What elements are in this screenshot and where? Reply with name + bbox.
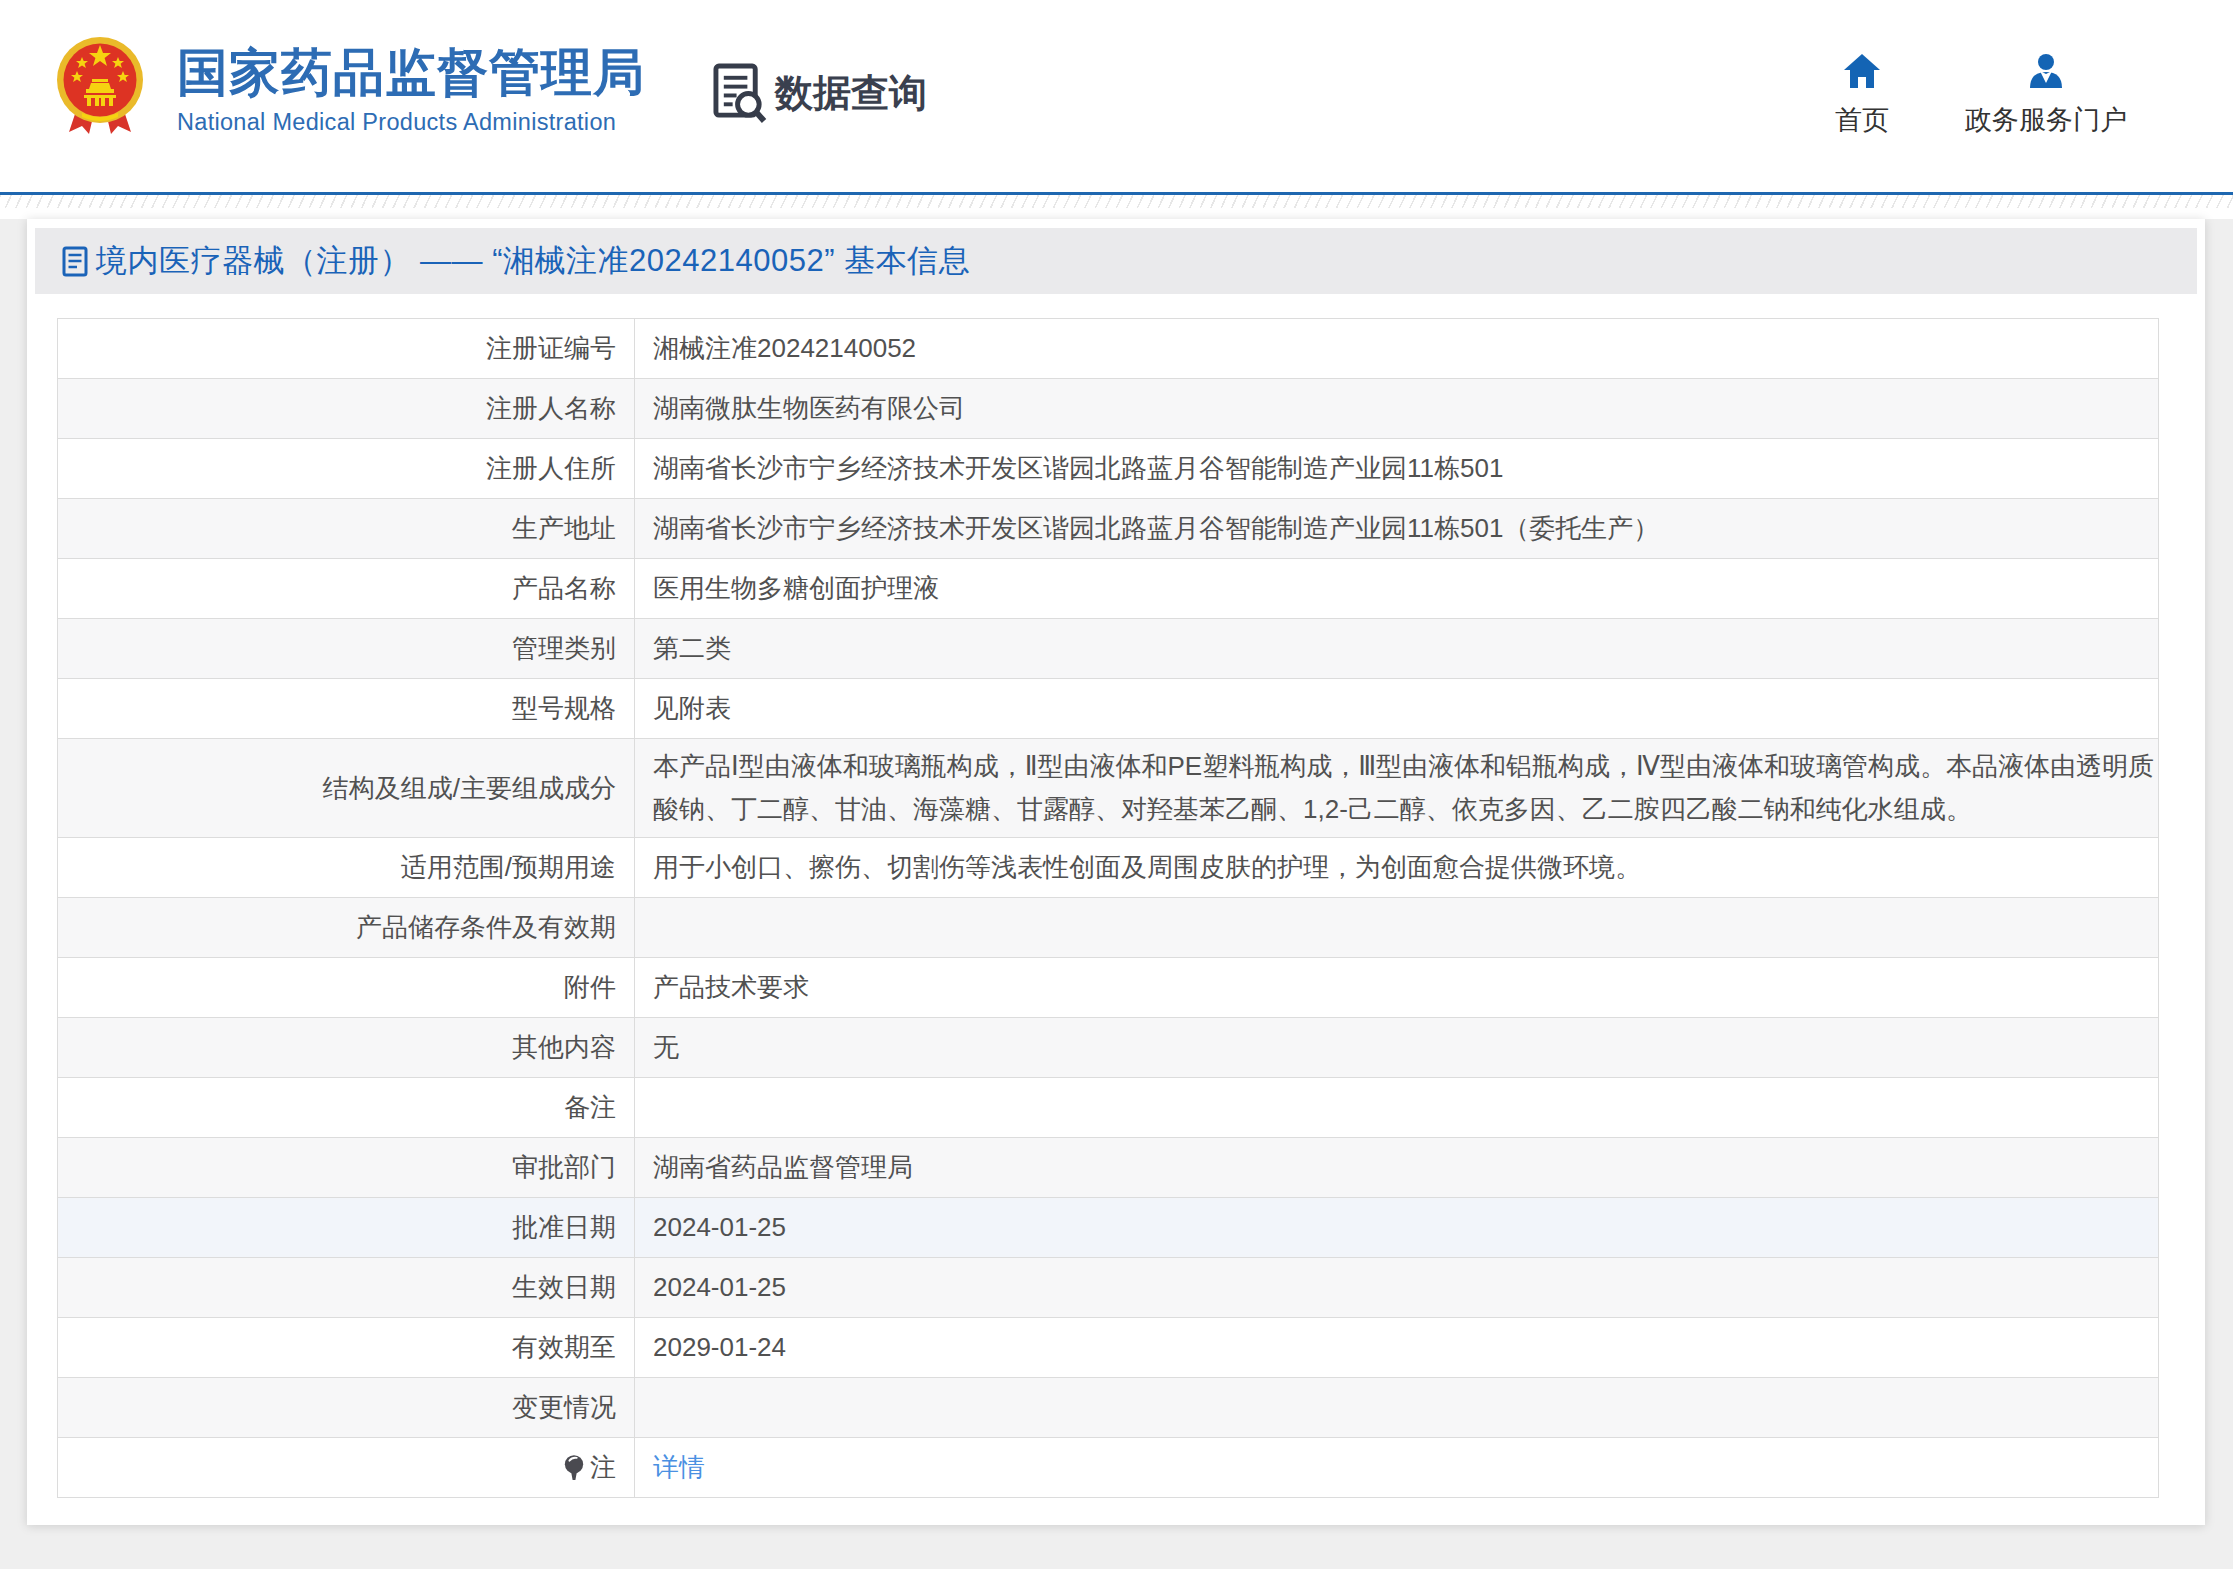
row-label: 注册人住所 (58, 439, 635, 499)
row-value: 详情 (635, 1438, 2159, 1498)
row-label: 产品储存条件及有效期 (58, 898, 635, 958)
row-value (635, 1378, 2159, 1438)
table-row: 注册人住所湖南省长沙市宁乡经济技术开发区谐园北路蓝月谷智能制造产业园11栋501 (58, 439, 2159, 499)
row-value: 本产品Ⅰ型由液体和玻璃瓶构成，Ⅱ型由液体和PE塑料瓶构成，Ⅲ型由液体和铝瓶构成，… (635, 739, 2159, 838)
table-row: 产品名称医用生物多糖创面护理液 (58, 559, 2159, 619)
table-row: 注册证编号湘械注准20242140052 (58, 319, 2159, 379)
registration-info-table: 注册证编号湘械注准20242140052注册人名称湖南微肽生物医药有限公司注册人… (57, 318, 2159, 1498)
user-icon (2026, 52, 2066, 90)
row-value: 湖南微肽生物医药有限公司 (635, 379, 2159, 439)
table-row: 管理类别第二类 (58, 619, 2159, 679)
row-value: 湖南省长沙市宁乡经济技术开发区谐园北路蓝月谷智能制造产业园11栋501（委托生产… (635, 499, 2159, 559)
table-row: 生产地址湖南省长沙市宁乡经济技术开发区谐园北路蓝月谷智能制造产业园11栋501（… (58, 499, 2159, 559)
page-content: 境内医疗器械（注册） —— “湘械注准20242140052” 基本信息 注册证… (0, 219, 2233, 1569)
info-panel: 境内医疗器械（注册） —— “湘械注准20242140052” 基本信息 注册证… (27, 219, 2205, 1525)
nav-gov-portal[interactable]: 政务服务门户 (1965, 52, 2127, 138)
row-label: 注册证编号 (58, 319, 635, 379)
table-row: 附件产品技术要求 (58, 958, 2159, 1018)
detail-link[interactable]: 详情 (653, 1452, 705, 1482)
row-label: 型号规格 (58, 679, 635, 739)
row-value: 2024-01-25 (635, 1198, 2159, 1258)
row-label: 生效日期 (58, 1258, 635, 1318)
home-icon (1842, 52, 1882, 90)
row-value: 2024-01-25 (635, 1258, 2159, 1318)
row-label: 变更情况 (58, 1378, 635, 1438)
table-row: 注册人名称湖南微肽生物医药有限公司 (58, 379, 2159, 439)
china-national-emblem-icon[interactable] (56, 33, 144, 139)
row-value: 无 (635, 1018, 2159, 1078)
table-row: 有效期至2029-01-24 (58, 1318, 2159, 1378)
table-row: 注详情 (58, 1438, 2159, 1498)
nav-home-label: 首页 (1835, 102, 1889, 138)
table-row: 其他内容无 (58, 1018, 2159, 1078)
table-row: 审批部门湖南省药品监督管理局 (58, 1138, 2159, 1198)
panel-title-bar: 境内医疗器械（注册） —— “湘械注准20242140052” 基本信息 (35, 228, 2197, 294)
table-row: 变更情况 (58, 1378, 2159, 1438)
row-value (635, 1078, 2159, 1138)
header-gap (0, 208, 2233, 219)
row-value: 湖南省药品监督管理局 (635, 1138, 2159, 1198)
row-label: 适用范围/预期用途 (58, 838, 635, 898)
nav-gov-portal-label: 政务服务门户 (1965, 102, 2127, 138)
row-label: 产品名称 (58, 559, 635, 619)
row-value: 第二类 (635, 619, 2159, 679)
row-value: 2029-01-24 (635, 1318, 2159, 1378)
site-title-cn: 国家药品监督管理局 (177, 46, 645, 100)
row-label: 批准日期 (58, 1198, 635, 1258)
row-value: 湖南省长沙市宁乡经济技术开发区谐园北路蓝月谷智能制造产业园11栋501 (635, 439, 2159, 499)
data-query-label: 数据查询 (775, 68, 927, 119)
row-label: 注册人名称 (58, 379, 635, 439)
table-row: 结构及组成/主要组成成分本产品Ⅰ型由液体和玻璃瓶构成，Ⅱ型由液体和PE塑料瓶构成… (58, 739, 2159, 838)
header-hatch-stripe (0, 195, 2233, 208)
row-value: 湘械注准20242140052 (635, 319, 2159, 379)
row-label: 管理类别 (58, 619, 635, 679)
row-value: 见附表 (635, 679, 2159, 739)
row-label: 其他内容 (58, 1018, 635, 1078)
table-row: 产品储存条件及有效期 (58, 898, 2159, 958)
bulb-icon (563, 1454, 585, 1482)
table-row: 型号规格见附表 (58, 679, 2159, 739)
site-logo[interactable]: 国家药品监督管理局 National Medical Products Admi… (177, 46, 645, 136)
nav-home[interactable]: 首页 (1835, 52, 1889, 138)
site-header: 国家药品监督管理局 National Medical Products Admi… (0, 0, 2233, 192)
panel-title: 境内医疗器械（注册） —— “湘械注准20242140052” 基本信息 (96, 240, 970, 282)
row-label: 附件 (58, 958, 635, 1018)
row-value (635, 898, 2159, 958)
row-label: 注 (58, 1438, 635, 1498)
row-label: 有效期至 (58, 1318, 635, 1378)
table-row: 备注 (58, 1078, 2159, 1138)
row-value: 医用生物多糖创面护理液 (635, 559, 2159, 619)
data-query-section[interactable]: 数据查询 (713, 63, 927, 124)
row-label: 审批部门 (58, 1138, 635, 1198)
row-label: 结构及组成/主要组成成分 (58, 739, 635, 838)
site-title-en: National Medical Products Administration (177, 109, 645, 136)
row-label: 生产地址 (58, 499, 635, 559)
row-label: 备注 (58, 1078, 635, 1138)
row-value: 产品技术要求 (635, 958, 2159, 1018)
row-value: 用于小创口、擦伤、切割伤等浅表性创面及周围皮肤的护理，为创面愈合提供微环境。 (635, 838, 2159, 898)
table-row: 生效日期2024-01-25 (58, 1258, 2159, 1318)
document-icon (62, 246, 88, 277)
table-row: 适用范围/预期用途用于小创口、擦伤、切割伤等浅表性创面及周围皮肤的护理，为创面愈… (58, 838, 2159, 898)
document-search-icon (713, 63, 768, 124)
table-row: 批准日期2024-01-25 (58, 1198, 2159, 1258)
header-nav: 首页 政务服务门户 (1835, 52, 2127, 138)
